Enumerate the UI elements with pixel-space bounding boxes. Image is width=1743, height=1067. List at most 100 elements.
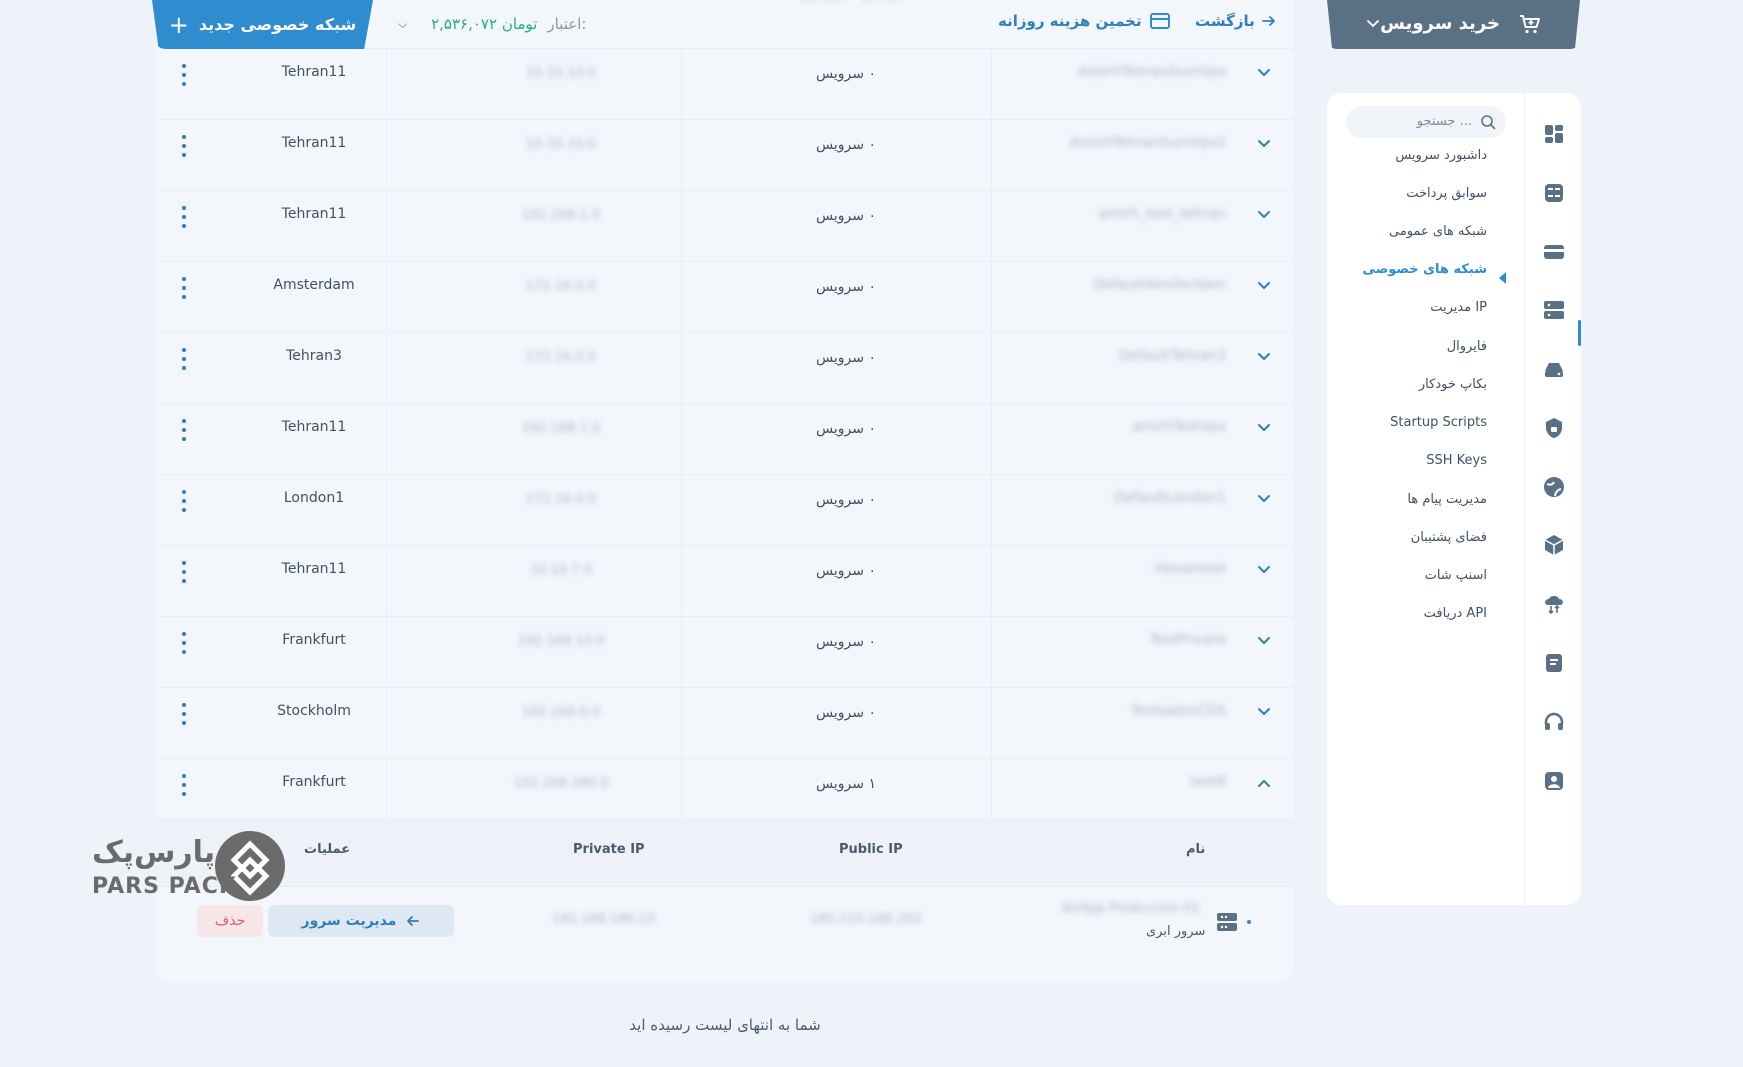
network-name-redacted: amirh_test_tehran [1098,206,1226,222]
service-count: ۱ سرویس [816,776,876,792]
network-name-redacted: AmirHTehranSumVps [1078,64,1226,80]
network-row[interactable]: Tehran11 10.10.7.0 ۰ سرویس Hexantest [156,545,1293,617]
chevron-down-icon[interactable] [1253,559,1275,581]
network-name-redacted: DefaultLondon1 [1114,490,1226,506]
kebab-menu-icon[interactable] [181,348,187,370]
header-public-ip: Public IP [839,842,903,857]
kebab-menu-icon[interactable] [181,632,187,654]
network-row[interactable]: Tehran11 10.10.10.0 ۰ سرویس AmirHTehranSumV… [156,119,1293,191]
sidebar-item[interactable]: مدیریت IP [1430,300,1487,315]
server-type: سرور ابری [1146,924,1206,939]
network-name-redacted: TestPrivate [1149,632,1226,648]
package-icon[interactable] [1543,534,1565,556]
sidebar-item[interactable]: فضای پشتیبان [1411,530,1487,545]
plus-icon: + [168,10,189,39]
chevron-down-icon[interactable] [1253,133,1275,155]
sidebar-item[interactable]: مدیریت پیام ها [1407,492,1487,507]
credit-display[interactable]: ⌵ ۲,۵۳۶,۰۷۲ تومان اعتبار: [398,13,586,35]
sidebar-item[interactable]: SSH Keys [1426,453,1487,468]
sidebar-item[interactable]: Startup Scripts [1390,415,1487,430]
search-icon [1481,115,1496,130]
buy-service-label: خرید سرویس [1380,13,1500,34]
globe-icon[interactable] [1543,476,1565,498]
network-row[interactable]: London1 172.16.0.0 ۰ سرویس DefaultLondon1 [156,474,1293,546]
back-link[interactable]: بازگشت [1195,12,1277,30]
kebab-menu-icon[interactable] [181,561,187,583]
kebab-menu-icon[interactable] [181,277,187,299]
chevron-down-icon[interactable] [1253,701,1275,723]
network-row[interactable]: Tehran3 172.16.0.0 ۰ سرویس DefaultTehran3 [156,332,1293,404]
sidebar-item[interactable]: داشبورد سرویس [1395,148,1487,163]
delete-button[interactable]: حذف [197,905,263,937]
network-row[interactable]: Amsterdam 172.16.0.0 ۰ سرویس DefaultAmsterd… [156,261,1293,333]
card-icon[interactable] [1543,241,1565,263]
storage-icon[interactable] [1543,358,1565,380]
sidebar-item[interactable]: بکاپ خودکار [1419,377,1487,392]
service-count: ۰ سرویس [816,705,876,721]
column-divider [991,545,992,615]
network-subnet-redacted: 10.10.10.0 [525,137,597,152]
chevron-down-icon[interactable] [1253,346,1275,368]
kebab-menu-icon[interactable] [181,703,187,725]
chevron-down-icon[interactable] [1253,488,1275,510]
buy-service-button[interactable]: خرید سرویس [1327,0,1580,49]
network-name-redacted: test8 [1190,774,1226,790]
notes-icon[interactable] [1543,652,1565,674]
chevron-down-icon[interactable] [1253,630,1275,652]
chevron-up-icon[interactable] [1253,772,1275,794]
column-divider [386,545,387,615]
sidebar-item[interactable]: دریافت API [1424,606,1487,621]
server-icon[interactable] [1543,299,1565,321]
kebab-menu-icon[interactable] [181,135,187,157]
column-divider [991,48,992,118]
lock-icon[interactable] [1543,417,1565,439]
chevron-down-icon[interactable] [1253,204,1275,226]
brand-name-en: PARS PACK [92,874,237,899]
sidebar-item[interactable]: شبکه های عمومی [1389,224,1487,239]
network-location: London1 [283,490,345,506]
sidebar-item[interactable]: فایروال [1447,339,1487,354]
service-count: ۰ سرویس [816,66,876,82]
column-divider [386,474,387,544]
network-row[interactable]: Tehran11 192.168.1.0 ۰ سرویس amirh_test_teh… [156,190,1293,262]
network-row[interactable]: Stockholm 192.168.0.0 ۰ سرویس TestsadmCDS [156,687,1293,759]
kebab-menu-icon[interactable] [181,64,187,86]
network-subnet-redacted: 192.168.1.0 [521,208,601,223]
network-subnet-redacted: 172.16.0.0 [525,350,597,365]
sidebar-item[interactable]: سوابق پرداخت [1406,186,1487,201]
sidebar-search[interactable]: جستجو ... [1346,106,1506,138]
chevron-down-icon[interactable] [1253,275,1275,297]
user-icon[interactable] [1543,770,1565,792]
column-divider [681,119,682,189]
chevron-down-icon[interactable] [1253,62,1275,84]
chevron-down-icon[interactable]: ⌵ [398,17,407,32]
service-count: ۰ سرویس [816,350,876,366]
sidebar-item[interactable]: شبکه های خصوصی [1363,262,1487,277]
kebab-menu-icon[interactable] [181,206,187,228]
headset-icon[interactable] [1543,711,1565,733]
column-divider [386,332,387,402]
network-row[interactable]: Tehran11 10.10.10.0 ۰ سرویس AmirHTehranSumV… [156,48,1293,120]
network-row[interactable]: Tehran11 192.168.1.0 ۰ سرویس amirhTestVps [156,403,1293,475]
network-row[interactable]: Frankfurt 192.168.10.0 ۰ سرویس TestPrivate [156,616,1293,688]
daily-cost-estimate-link[interactable]: تخمین هزینه روزانه [998,12,1170,30]
new-private-network-button[interactable]: + شبکه خصوصی جدید [152,0,373,49]
kebab-menu-icon[interactable] [181,774,187,796]
sidebar-item[interactable]: اسنپ شات [1425,568,1487,583]
column-divider [991,687,992,757]
column-divider [681,545,682,615]
billing-icon[interactable] [1543,182,1565,204]
cloud-transfer-icon[interactable] [1543,593,1565,615]
dashboard-icon[interactable] [1543,123,1565,145]
search-input[interactable]: جستجو ... [1417,114,1472,129]
service-count: ۰ سرویس [816,279,876,295]
kebab-menu-icon[interactable] [181,490,187,512]
chevron-down-icon[interactable] [1253,417,1275,439]
column-divider [991,616,992,686]
back-label: بازگشت [1195,12,1255,30]
manage-server-button[interactable]: مدیریت سرور [268,905,454,937]
column-divider [386,403,387,473]
network-location: Amsterdam [273,277,355,293]
kebab-menu-icon[interactable] [181,419,187,441]
network-subnet-redacted: 10.10.7.0 [529,563,593,578]
